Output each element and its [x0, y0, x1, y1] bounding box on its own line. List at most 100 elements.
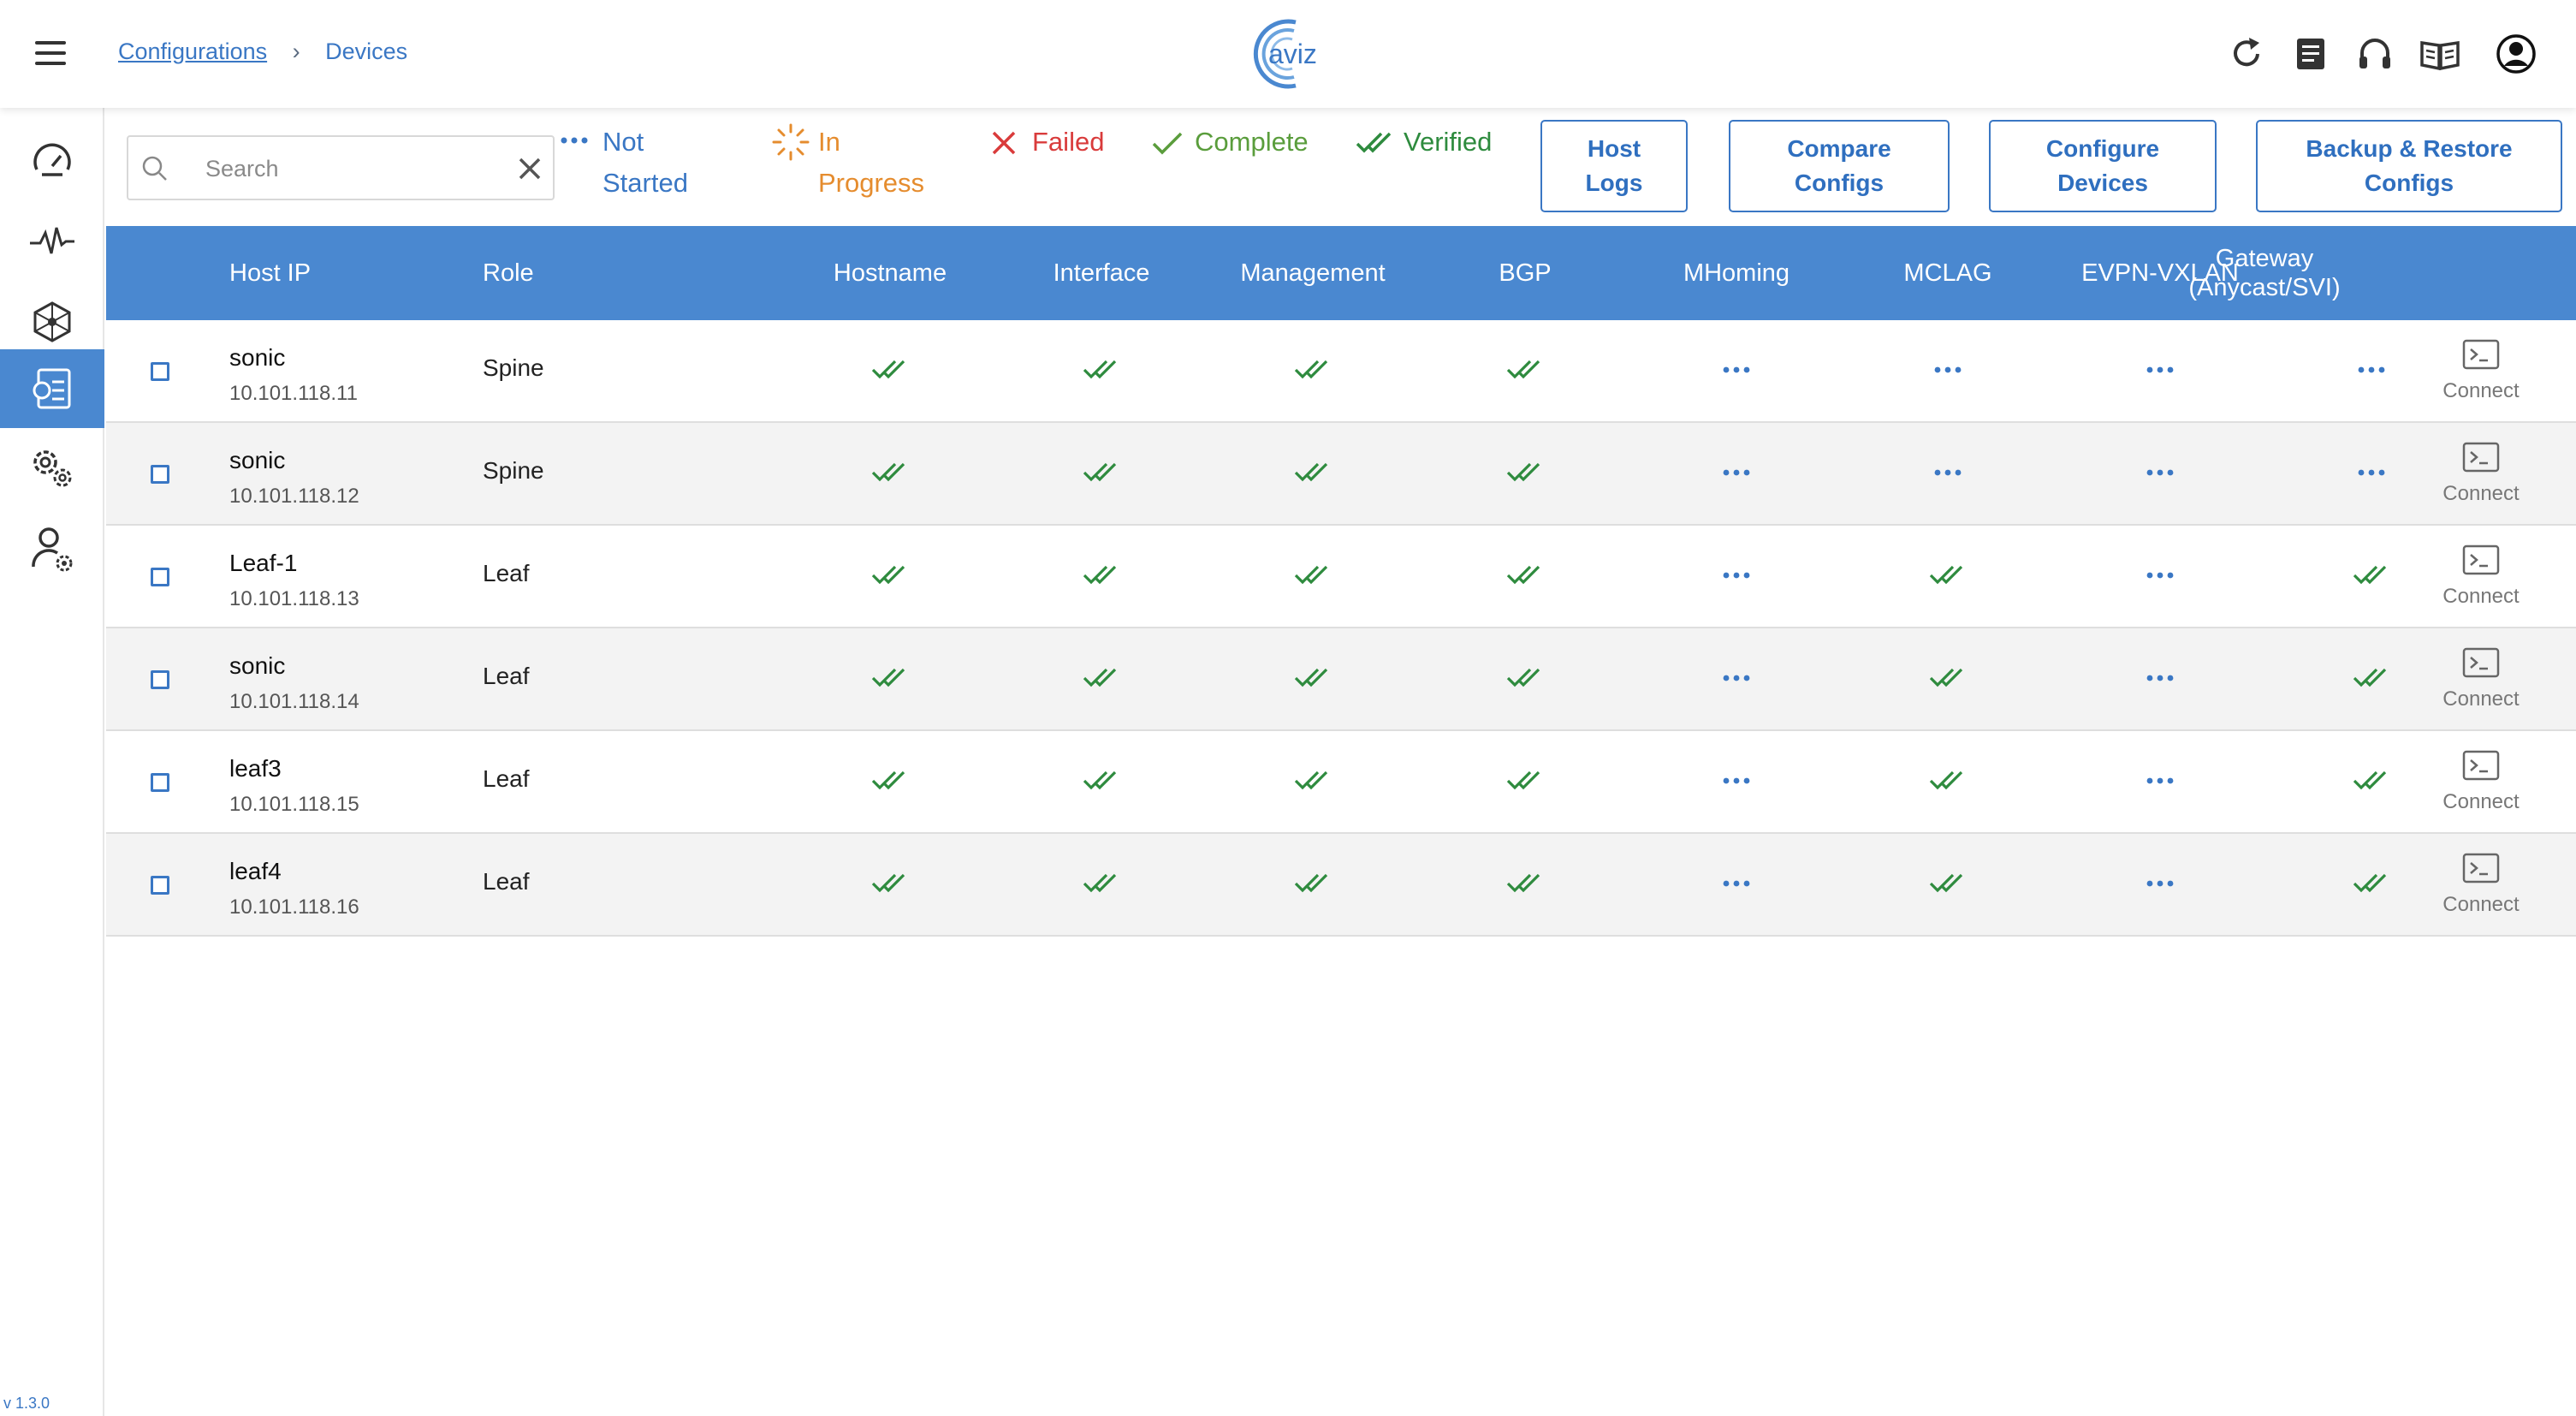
connect-terminal-button[interactable]: Connect [2434, 339, 2528, 408]
terminal-icon [2462, 544, 2500, 575]
connect-label: Connect [2442, 790, 2520, 813]
legend-failed-label: Failed [1032, 127, 1105, 157]
column-header-bgp: BGP [1499, 259, 1552, 287]
search-input[interactable] [205, 151, 496, 187]
status-bgp-verified-icon [1506, 462, 1540, 482]
pulse-monitoring-icon [30, 227, 74, 254]
document-icon[interactable] [2289, 33, 2332, 75]
status-interface-verified-icon [1083, 360, 1117, 379]
table-header: Host IP Role Hostname Interface Manageme… [106, 226, 2576, 320]
status-gateway-verified-icon [2353, 668, 2387, 687]
connect-label: Connect [2442, 482, 2520, 505]
row-host-ip: 10.101.118.14 [229, 690, 359, 713]
status-gateway-verified-icon [2353, 873, 2387, 893]
status-mclag-verified-icon [1929, 770, 1963, 790]
status-management-verified-icon [1294, 565, 1328, 585]
terminal-icon [2462, 750, 2500, 781]
status-mclag-not-started-icon [1934, 469, 1962, 476]
status-interface-verified-icon [1083, 565, 1117, 585]
legend-not-started-label: Not Started [602, 127, 688, 198]
in-progress-spinner-icon [772, 123, 810, 161]
not-started-dots-icon [561, 137, 588, 144]
breadcrumb-configurations-link[interactable]: Configurations [118, 39, 267, 64]
status-management-verified-icon [1294, 462, 1328, 482]
complete-check-icon [1152, 132, 1183, 155]
manual-book-icon[interactable] [2419, 33, 2461, 75]
headset-support-icon[interactable] [2353, 33, 2396, 75]
column-header-gateway: Gateway (Anycast/SVI) [2188, 245, 2341, 301]
settings-gears-icon [33, 450, 72, 487]
column-header-interface: Interface [1053, 259, 1150, 287]
nav-configurations[interactable] [0, 349, 104, 428]
connect-label: Connect [2442, 585, 2520, 608]
verified-double-check-icon [1356, 132, 1392, 153]
legend-complete-label: Complete [1195, 127, 1309, 157]
status-hostname-verified-icon [871, 770, 905, 790]
table-row: sonic 10.101.118.14 Leaf Connect [106, 628, 2576, 731]
compare-configs-button[interactable]: Compare Configs [1729, 120, 1950, 212]
connect-terminal-button[interactable]: Connect [2434, 442, 2528, 510]
status-gateway-not-started-icon [2358, 469, 2385, 476]
status-mclag-not-started-icon [1934, 366, 1962, 373]
row-host-name: sonic [229, 652, 286, 679]
legend-verified-label: Verified [1404, 127, 1493, 157]
top-header: Configurations › Devices aviz [0, 0, 2576, 108]
connect-terminal-button[interactable]: Connect [2434, 647, 2528, 716]
row-select-checkbox[interactable] [151, 362, 169, 381]
column-header-mclag: MCLAG [1903, 259, 1992, 287]
hamburger-menu-icon[interactable] [33, 38, 72, 68]
user-account-icon[interactable] [2495, 33, 2537, 75]
clear-search-icon[interactable] [515, 154, 544, 183]
host-logs-button[interactable]: Host Logs [1540, 120, 1688, 212]
row-host-name: sonic [229, 447, 286, 473]
table-row: leaf3 10.101.118.15 Leaf Connect [106, 731, 2576, 834]
connect-terminal-button[interactable]: Connect [2434, 853, 2528, 921]
row-host-name: sonic [229, 344, 286, 371]
refresh-icon[interactable] [2225, 33, 2268, 75]
row-select-checkbox[interactable] [151, 568, 169, 586]
status-mhoming-not-started-icon [1723, 572, 1750, 579]
row-host-ip: 10.101.118.11 [229, 382, 358, 405]
status-management-verified-icon [1294, 770, 1328, 790]
search-box [127, 135, 555, 200]
table-row: leaf4 10.101.118.16 Leaf Connect [106, 834, 2576, 937]
configure-devices-label: Configure Devices [2045, 135, 2160, 196]
connect-terminal-button[interactable]: Connect [2434, 750, 2528, 818]
row-select-checkbox[interactable] [151, 773, 169, 792]
nav-settings[interactable] [0, 428, 104, 507]
status-evpn-vxlan-not-started-icon [2146, 366, 2174, 373]
status-mhoming-not-started-icon [1723, 777, 1750, 784]
row-select-checkbox[interactable] [151, 876, 169, 895]
backup-restore-configs-button[interactable]: Backup & Restore Configs [2256, 120, 2562, 212]
nav-dashboard[interactable] [0, 122, 104, 200]
breadcrumb-separator: › [292, 39, 300, 64]
nav-monitoring[interactable] [0, 202, 104, 281]
row-host-name: leaf3 [229, 755, 282, 782]
row-host-name: leaf4 [229, 858, 282, 884]
status-evpn-vxlan-not-started-icon [2146, 469, 2174, 476]
status-management-verified-icon [1294, 873, 1328, 893]
status-bgp-verified-icon [1506, 873, 1540, 893]
status-interface-verified-icon [1083, 462, 1117, 482]
logo-text: aviz [1268, 39, 1317, 69]
status-mhoming-not-started-icon [1723, 469, 1750, 476]
status-mclag-verified-icon [1929, 873, 1963, 893]
nav-user-settings[interactable] [0, 510, 104, 589]
status-interface-verified-icon [1083, 873, 1117, 893]
status-hostname-verified-icon [871, 565, 905, 585]
network-topology-icon [33, 301, 71, 342]
row-host-ip: 10.101.118.15 [229, 793, 359, 816]
row-host-ip: 10.101.118.16 [229, 895, 359, 919]
row-select-checkbox[interactable] [151, 465, 169, 484]
host-logs-label: Host Logs [1585, 135, 1643, 196]
configure-devices-button[interactable]: Configure Devices [1989, 120, 2217, 212]
status-interface-verified-icon [1083, 668, 1117, 687]
status-mclag-verified-icon [1929, 565, 1963, 585]
row-host-ip: 10.101.118.13 [229, 587, 359, 610]
status-evpn-vxlan-not-started-icon [2146, 572, 2174, 579]
connect-terminal-button[interactable]: Connect [2434, 544, 2528, 613]
failed-x-icon [992, 131, 1016, 155]
row-select-checkbox[interactable] [151, 670, 169, 689]
terminal-icon [2462, 647, 2500, 678]
table-row: sonic 10.101.118.12 Spine Connect [106, 423, 2576, 526]
